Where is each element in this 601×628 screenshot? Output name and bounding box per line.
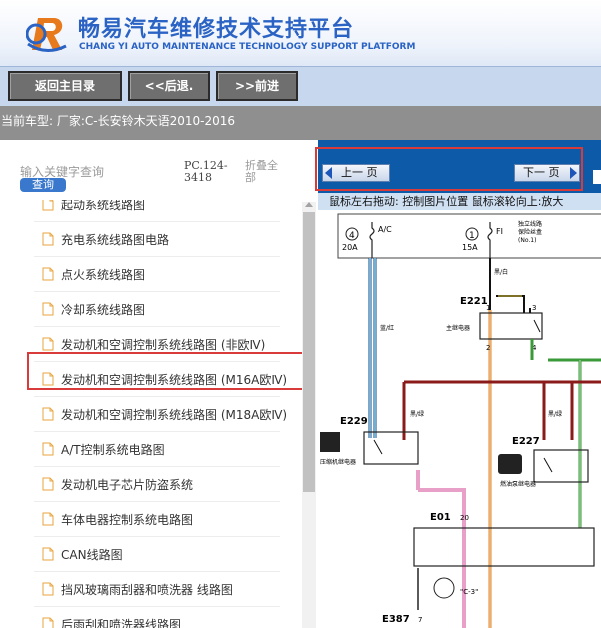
current-model-text: 当前车型: 厂家:C-长安铃木天语2010-2016 — [1, 114, 236, 128]
svg-text:黑/绿: 黑/绿 — [410, 410, 424, 418]
page-nav-highlight — [315, 147, 583, 191]
e01-label: E01 — [430, 512, 451, 523]
fuse-ac-num: 4 — [349, 231, 355, 241]
e387-label: E387 — [382, 614, 410, 625]
svg-text:黑/绿: 黑/绿 — [548, 410, 562, 418]
file-icon — [42, 407, 54, 421]
svg-text:主继电器: 主继电器 — [446, 324, 470, 332]
svg-text:1: 1 — [486, 304, 490, 312]
current-model-bar: 当前车型: 厂家:C-长安铃木天语2010-2016 — [0, 106, 601, 140]
file-icon — [42, 582, 54, 596]
sidebar-item-label: 发动机电子芯片防盗系统 — [61, 478, 194, 492]
sidebar: 查询 PC.124-3418 折叠全部 起动系统线路图充电系统线路图电路点火系统… — [0, 140, 318, 628]
logo-icon — [26, 18, 67, 52]
file-icon — [42, 547, 54, 561]
svg-text:20: 20 — [460, 514, 469, 522]
viewer-hint: 鼠标左右拖动: 控制图片位置 鼠标滚轮向上:放大 — [318, 193, 601, 211]
back-button[interactable]: <<后退. — [128, 71, 210, 101]
svg-text:蓝/红: 蓝/红 — [380, 324, 394, 332]
sidebar-item-label: 发动机和空调控制系统线路图 (非欧Ⅳ) — [61, 338, 266, 352]
search-button[interactable]: 查询 — [20, 178, 66, 192]
svg-text:(No.1): (No.1) — [518, 237, 536, 244]
sidebar-item[interactable]: A/T控制系统电路图 — [34, 432, 280, 467]
svg-text:3: 3 — [532, 304, 536, 312]
ac-relay-box — [363, 431, 419, 465]
brand-title: 畅易汽车维修技术支持平台 — [78, 17, 355, 42]
e229-label: E229 — [340, 416, 368, 427]
collapse-all-link[interactable]: 折叠全部 — [245, 160, 287, 184]
print-icon[interactable] — [593, 170, 601, 184]
sidebar-item-label: 后雨刮和喷洗器线路图 — [61, 618, 182, 628]
app-header: 畅易汽车维修技术支持平台 CHANG YI AUTO MAINTENANCE T… — [0, 0, 601, 66]
nav-bar: 返回主目录 <<后退. >>前进 — [0, 66, 601, 107]
sidebar-item-label: 车体电器控制系统电路图 — [61, 513, 194, 527]
sidebar-item-label: 点火系统线路图 — [61, 268, 146, 282]
e227-label: E227 — [512, 436, 540, 447]
home-button[interactable]: 返回主目录 — [8, 71, 122, 101]
sidebar-item[interactable]: 后雨刮和喷洗器线路图 — [34, 607, 280, 628]
brand-subtitle: CHANG YI AUTO MAINTENANCE TECHNOLOGY SUP… — [79, 42, 416, 52]
file-icon — [42, 512, 54, 526]
viewer-toolbar: 上一 页 下一 页 — [315, 140, 601, 193]
sidebar-item[interactable]: 发动机电子芯片防盗系统 — [34, 467, 280, 502]
file-icon — [42, 442, 54, 456]
pc-number: PC.124-3418 — [184, 159, 228, 184]
sidebar-item[interactable]: 挡风玻璃雨刮器和喷洗器 线路图 — [34, 572, 280, 607]
fuse-fi-label: FI — [496, 227, 503, 236]
svg-text:保险丝盒: 保险丝盒 — [518, 228, 542, 236]
svg-text:"C-3": "C-3" — [460, 588, 478, 596]
selected-item-highlight — [27, 352, 304, 390]
sidebar-item-label: 发动机和空调控制系统线路图 (M18A欧Ⅳ) — [61, 408, 288, 422]
sidebar-item[interactable]: 车体电器控制系统电路图 — [34, 502, 280, 537]
file-icon — [42, 477, 54, 491]
fuse-ac-label: A/C — [378, 225, 392, 234]
svg-text:2: 2 — [486, 344, 490, 352]
fuel-pump-icon — [498, 454, 522, 474]
file-icon — [42, 232, 54, 246]
svg-text:燃油泵继电器: 燃油泵继电器 — [500, 480, 536, 488]
diagram-viewer: 上一 页 下一 页 鼠标左右拖动: 控制图片位置 鼠标滚轮向上:放大 4 20A… — [315, 140, 601, 628]
sidebar-item[interactable]: 点火系统线路图 — [34, 257, 280, 292]
sidebar-item[interactable]: 起动系统线路图 — [34, 200, 280, 222]
svg-text:压缩机继电器: 压缩机继电器 — [320, 458, 356, 466]
sidebar-item[interactable]: 发动机和空调控制系统线路图 (M18A欧Ⅳ) — [34, 397, 287, 432]
file-icon — [42, 337, 54, 351]
sidebar-item-label: 起动系统线路图 — [61, 200, 146, 212]
wiring-diagram[interactable]: 4 20A A/C 1 15A FI 独立线路 保险丝盒 (No.1) 蓝/红 … — [318, 210, 601, 628]
sidebar-item[interactable]: 冷却系统线路图 — [34, 292, 280, 327]
file-icon — [42, 617, 54, 628]
sidebar-item[interactable]: 充电系统线路图电路 — [34, 222, 280, 257]
fuse-ac-amp: 20A — [342, 243, 358, 252]
sidebar-scrollbar[interactable] — [302, 202, 316, 628]
file-icon — [42, 200, 54, 211]
fuse-fi-amp: 15A — [462, 243, 478, 252]
e221-label: E221 — [460, 296, 488, 307]
sidebar-item-label: A/T控制系统电路图 — [61, 443, 165, 457]
ac-relay-icon — [320, 432, 340, 452]
scrollbar-thumb[interactable] — [303, 212, 315, 492]
wiring-diagram-image: 4 20A A/C 1 15A FI 独立线路 保险丝盒 (No.1) 蓝/红 … — [320, 213, 601, 628]
ecm-block — [413, 527, 595, 567]
sidebar-item[interactable]: CAN线路图 — [34, 537, 280, 572]
sidebar-item-label: 挡风玻璃雨刮器和喷洗器 线路图 — [61, 583, 233, 597]
svg-text:黑/白: 黑/白 — [494, 268, 508, 276]
document-list: 起动系统线路图充电系统线路图电路 点火系统线路图 冷却系统线路图发动机和空调控制系统… — [0, 200, 302, 628]
sidebar-item-label: 充电系统线路图电路 — [61, 233, 170, 247]
sidebar-item-label: CAN线路图 — [61, 548, 123, 562]
fuse-fi-num: 1 — [469, 231, 475, 241]
scroll-up-icon[interactable] — [305, 202, 313, 207]
gauge-icon — [433, 577, 455, 599]
forward-button[interactable]: >>前进 — [216, 71, 298, 101]
svg-text:7: 7 — [418, 616, 422, 624]
sidebar-item-label: 冷却系统线路图 — [61, 303, 146, 317]
file-icon — [42, 302, 54, 316]
file-icon — [42, 267, 54, 281]
svg-text:独立线路: 独立线路 — [518, 220, 542, 228]
